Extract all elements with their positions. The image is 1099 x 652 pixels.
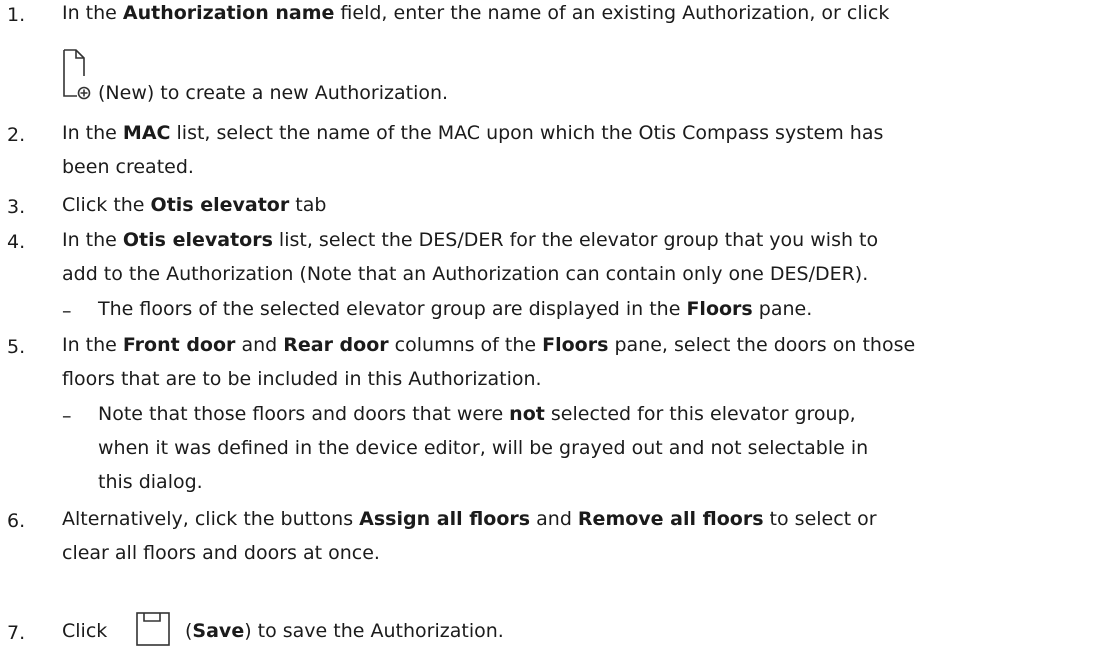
step-4-subnote: The floors of the selected elevator grou…: [98, 298, 813, 320]
step-number: 6.: [7, 510, 26, 532]
sub-bullet-dash: –: [62, 405, 72, 427]
step-number: 1.: [7, 4, 26, 26]
step-2-text: In the MAC list, select the name of the …: [62, 122, 884, 144]
step-1-text-cont: (New) to create a new Authorization.: [98, 82, 449, 104]
instruction-list: 1. In the Authorization name field, ente…: [0, 0, 1099, 652]
step-4-text-cont: add to the Authorization (Note that an A…: [62, 263, 869, 285]
step-4-text: In the Otis elevators list, select the D…: [62, 229, 879, 251]
step-3-text: Click the Otis elevator tab: [62, 194, 327, 216]
step-6-text-cont: clear all floors and doors at once.: [62, 542, 380, 564]
step-5-text: In the Front door and Rear door columns …: [62, 334, 916, 356]
step-7-text-cont: (Save) to save the Authorization.: [185, 620, 504, 642]
step-2-text-cont: been created.: [62, 156, 194, 178]
step-5-text-cont: floors that are to be included in this A…: [62, 368, 542, 390]
step-number: 4.: [7, 231, 26, 253]
step-7-text: Click: [62, 620, 108, 642]
sub-bullet-dash: –: [62, 300, 72, 322]
step-number: 3.: [7, 196, 26, 218]
step-number: 5.: [7, 336, 26, 358]
step-1-text: In the Authorization name field, enter t…: [62, 2, 890, 24]
step-6-text: Alternatively, click the buttons Assign …: [62, 508, 877, 530]
step-number: 7.: [7, 622, 26, 644]
new-document-icon: [63, 49, 91, 100]
step-number: 2.: [7, 124, 26, 146]
step-5-subnote-cont: this dialog.: [98, 471, 203, 493]
step-5-subnote: Note that those floors and doors that we…: [98, 403, 856, 425]
save-icon: [136, 612, 170, 646]
step-5-subnote-cont: when it was defined in the device editor…: [98, 437, 869, 459]
